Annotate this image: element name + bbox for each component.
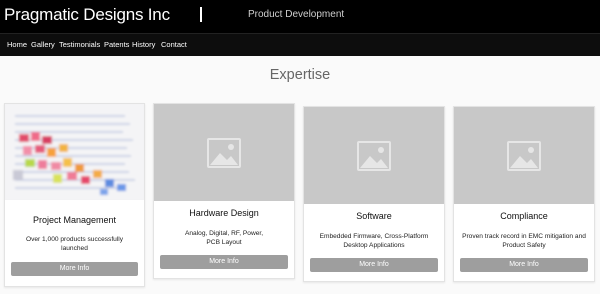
image-placeholder-icon [207, 137, 241, 168]
card-description-line: Product Safety [502, 242, 546, 249]
nav-home[interactable]: Home [7, 40, 27, 49]
more-info-button[interactable]: More Info [160, 255, 288, 269]
project-gantt-chart-photo [5, 104, 144, 200]
card-title: Compliance [500, 211, 548, 221]
card-hardware-design: Hardware Design Analog, Digital, RF, Pow… [153, 103, 295, 279]
card-description: Analog, Digital, RF, Power, PCB Layout [160, 229, 288, 247]
header-divider [200, 7, 202, 22]
more-info-button[interactable]: More Info [310, 258, 438, 272]
nav-gallery[interactable]: Gallery [31, 40, 55, 49]
nav-patents[interactable]: Patents [104, 40, 129, 49]
card-description-line: launched [61, 245, 88, 252]
site-header: Pragmatic Designs Inc Product Developmen… [0, 0, 600, 33]
more-info-button[interactable]: More Info [11, 262, 138, 276]
card-description-line: Desktop Applications [343, 242, 405, 249]
nav-contact[interactable]: Contact [161, 40, 187, 49]
section-title: Expertise [269, 67, 331, 83]
image-placeholder-icon [357, 140, 391, 171]
card-title: Project Management [32, 215, 117, 225]
card-description: Embedded Firmware, Cross-Platform Deskto… [310, 232, 438, 250]
nav-history[interactable]: History [132, 40, 155, 49]
site-tagline: Product Development [248, 9, 345, 20]
more-info-button[interactable]: More Info [460, 258, 588, 272]
card-description-line: Over 1,000 products successfully [25, 236, 124, 243]
card-description-line: Analog, Digital, RF, Power, [184, 230, 264, 237]
card-title: Hardware Design [189, 208, 259, 218]
nav-testimonials[interactable]: Testimonials [59, 40, 100, 49]
card-description-line: Proven track record in EMC mitigation an… [462, 233, 586, 240]
main-nav: Home Gallery Testimonials Patents Histor… [0, 33, 600, 56]
card-description: Proven track record in EMC mitigation an… [456, 232, 592, 250]
card-compliance: Compliance Proven track record in EMC mi… [453, 106, 595, 282]
card-software: Software Embedded Firmware, Cross-Platfo… [303, 106, 445, 282]
card-description-line: PCB Layout [206, 239, 242, 246]
image-placeholder [154, 104, 294, 201]
image-placeholder [454, 107, 594, 204]
image-placeholder-icon [507, 140, 541, 171]
card-title: Software [356, 211, 392, 221]
card-description: Over 1,000 products successfully launche… [11, 235, 138, 253]
card-project-management: Project Management Over 1,000 products s… [4, 103, 145, 287]
image-placeholder [304, 107, 444, 204]
site-brand[interactable]: Pragmatic Designs Inc [4, 5, 170, 25]
card-description-line: Embedded Firmware, Cross-Platform [319, 233, 429, 240]
